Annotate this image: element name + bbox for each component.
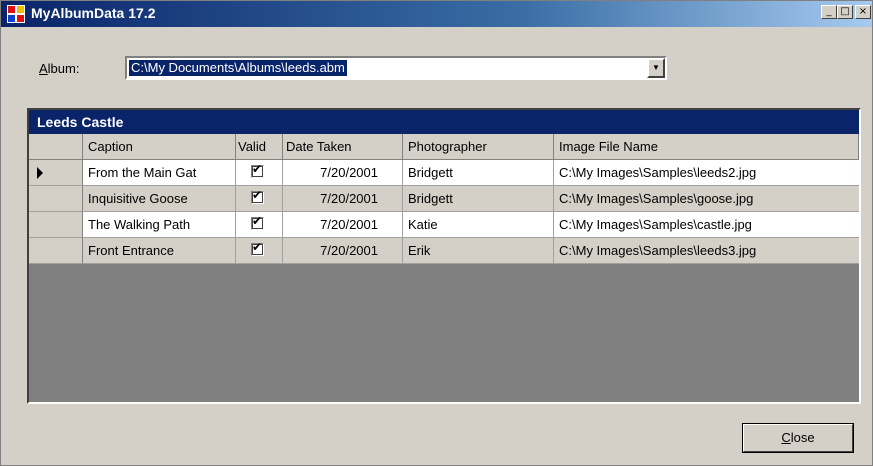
file-cell[interactable]: C:\My Images\Samples\goose.jpg <box>554 186 859 212</box>
app-window: MyAlbumData 17.2 _ □ × Album: C:\My Docu… <box>0 0 873 466</box>
valid-cell[interactable]: ✔ <box>236 186 283 212</box>
file-cell[interactable]: C:\My Images\Samples\leeds2.jpg <box>554 160 859 186</box>
table-row[interactable]: The Walking Path ✔ 7/20/2001 Katie C:\My… <box>29 212 859 238</box>
date-cell[interactable]: 7/20/2001 <box>283 238 403 264</box>
current-row-arrow-icon <box>37 167 43 179</box>
row-header[interactable] <box>29 238 83 264</box>
date-cell[interactable]: 7/20/2001 <box>283 212 403 238</box>
row-header[interactable] <box>29 160 83 186</box>
valid-cell[interactable]: ✔ <box>236 238 283 264</box>
maximize-button[interactable]: □ <box>837 5 853 19</box>
album-combobox[interactable]: C:\My Documents\Albums\leeds.abm ▼ <box>125 56 667 80</box>
column-header-image-file[interactable]: Image File Name <box>554 134 859 160</box>
window-title: MyAlbumData 17.2 <box>31 5 156 21</box>
column-header-valid[interactable]: Valid <box>236 134 283 160</box>
row-header[interactable] <box>29 212 83 238</box>
valid-checkbox[interactable]: ✔ <box>251 214 264 230</box>
caption-cell[interactable]: Inquisitive Goose <box>83 186 236 212</box>
table-row[interactable]: Front Entrance ✔ 7/20/2001 Erik C:\My Im… <box>29 238 859 264</box>
grid-header-row: Caption Valid Date Taken Photographer Im… <box>29 134 859 160</box>
title-bar[interactable]: MyAlbumData 17.2 _ □ × <box>1 1 872 27</box>
valid-cell[interactable]: ✔ <box>236 160 283 186</box>
close-icon: × <box>858 6 868 17</box>
check-icon: ✔ <box>252 214 263 228</box>
table-row[interactable]: From the Main Gat ✔ 7/20/2001 Bridgett C… <box>29 160 859 186</box>
valid-checkbox[interactable]: ✔ <box>251 240 264 256</box>
valid-checkbox[interactable]: ✔ <box>251 162 264 178</box>
caption-cell[interactable]: Front Entrance <box>83 238 236 264</box>
row-header[interactable] <box>29 186 83 212</box>
chevron-down-icon: ▼ <box>652 63 660 72</box>
close-window-button[interactable]: × <box>855 5 871 19</box>
check-icon: ✔ <box>252 240 263 254</box>
album-path-value[interactable]: C:\My Documents\Albums\leeds.abm <box>129 60 347 76</box>
file-cell[interactable]: C:\My Images\Samples\castle.jpg <box>554 212 859 238</box>
caption-cell[interactable]: The Walking Path <box>83 212 236 238</box>
grid-caption: Leeds Castle <box>29 110 859 134</box>
date-cell[interactable]: 7/20/2001 <box>283 160 403 186</box>
date-cell[interactable]: 7/20/2001 <box>283 186 403 212</box>
file-cell[interactable]: C:\My Images\Samples\leeds3.jpg <box>554 238 859 264</box>
close-button[interactable]: Close <box>742 423 854 453</box>
photographer-cell[interactable]: Katie <box>403 212 554 238</box>
app-icon <box>7 5 25 23</box>
photographer-cell[interactable]: Erik <box>403 238 554 264</box>
photographer-cell[interactable]: Bridgett <box>403 160 554 186</box>
dropdown-button[interactable]: ▼ <box>647 58 665 78</box>
check-icon: ✔ <box>252 162 263 176</box>
caption-cell[interactable]: From the Main Gat <box>83 160 236 186</box>
photographer-cell[interactable]: Bridgett <box>403 186 554 212</box>
column-header-photographer[interactable]: Photographer <box>403 134 554 160</box>
row-header-corner[interactable] <box>29 134 83 160</box>
column-header-caption[interactable]: Caption <box>83 134 236 160</box>
data-grid[interactable]: Leeds Castle Caption Valid Date Taken Ph… <box>27 108 861 404</box>
valid-checkbox[interactable]: ✔ <box>251 188 264 204</box>
minimize-icon: _ <box>826 6 832 17</box>
album-label: Album: <box>39 61 80 76</box>
maximize-icon: □ <box>840 6 850 17</box>
table-row[interactable]: Inquisitive Goose ✔ 7/20/2001 Bridgett C… <box>29 186 859 212</box>
column-header-date-taken[interactable]: Date Taken <box>283 134 403 160</box>
valid-cell[interactable]: ✔ <box>236 212 283 238</box>
check-icon: ✔ <box>252 188 263 202</box>
minimize-button[interactable]: _ <box>821 5 837 19</box>
